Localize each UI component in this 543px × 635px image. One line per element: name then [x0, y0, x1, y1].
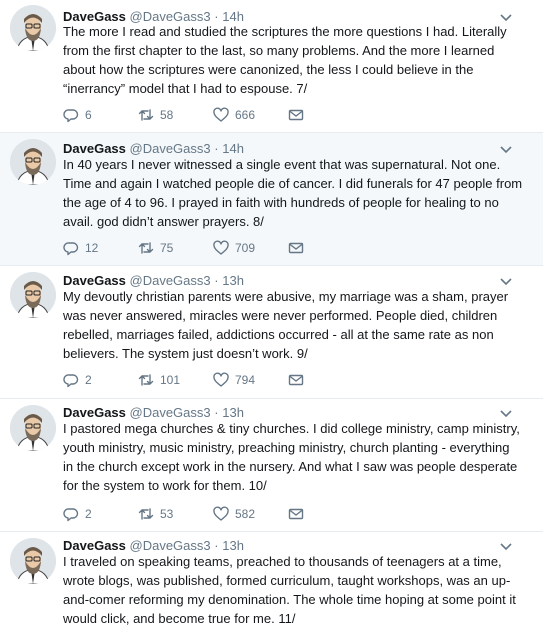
- like-count: 666: [235, 108, 256, 122]
- envelope-icon: [288, 508, 304, 520]
- author-handle[interactable]: @DaveGass3: [130, 273, 211, 288]
- retweet-count: 101: [160, 373, 181, 387]
- retweet-icon: [138, 109, 154, 121]
- separator: ·: [214, 538, 219, 553]
- author-handle[interactable]: @DaveGass3: [130, 405, 211, 420]
- envelope-icon: [288, 242, 304, 254]
- reply-count: 12: [85, 241, 99, 255]
- tweet[interactable]: DaveGass @DaveGass3 · 13h My devoutly ch…: [0, 266, 543, 399]
- chevron-down-icon[interactable]: [499, 274, 513, 288]
- timestamp[interactable]: 13h: [222, 273, 244, 288]
- heart-icon: [213, 506, 229, 521]
- envelope-icon: [288, 374, 304, 386]
- tweet[interactable]: DaveGass @DaveGass3 · 13h I traveled on …: [0, 532, 543, 635]
- reply-icon: [63, 374, 79, 388]
- separator: ·: [214, 273, 219, 288]
- timestamp[interactable]: 13h: [222, 405, 244, 420]
- retweet-count: 58: [160, 108, 174, 122]
- tweet-text: In 40 years I never witnessed a single e…: [63, 157, 523, 229]
- envelope-icon: [288, 109, 304, 121]
- tweet[interactable]: DaveGass @DaveGass3 · 14h In 40 years I …: [0, 133, 543, 266]
- timestamp[interactable]: 13h: [222, 538, 244, 553]
- separator: ·: [214, 141, 219, 156]
- direct-message-button[interactable]: [288, 371, 363, 389]
- retweet-count: 53: [160, 507, 174, 521]
- direct-message-button[interactable]: [288, 239, 363, 257]
- like-button[interactable]: 582: [213, 505, 288, 523]
- chevron-down-icon[interactable]: [499, 539, 513, 553]
- avatar[interactable]: [10, 538, 56, 584]
- heart-icon: [213, 240, 229, 255]
- author-name[interactable]: DaveGass: [63, 141, 126, 156]
- tweet-actions: 12 75 709: [63, 239, 363, 257]
- tweet-actions: 2 53 582: [63, 505, 363, 523]
- avatar[interactable]: [10, 272, 56, 318]
- author-handle[interactable]: @DaveGass3: [130, 141, 211, 156]
- like-button[interactable]: 666: [213, 106, 288, 124]
- retweet-button[interactable]: 101: [138, 371, 213, 389]
- direct-message-button[interactable]: [288, 106, 363, 124]
- author-name[interactable]: DaveGass: [63, 405, 126, 420]
- heart-icon: [213, 372, 229, 387]
- like-button[interactable]: 709: [213, 239, 288, 257]
- like-button[interactable]: 794: [213, 371, 288, 389]
- retweet-button[interactable]: 53: [138, 505, 213, 523]
- tweet-actions: 6 58 666: [63, 106, 363, 124]
- heart-icon: [213, 107, 229, 122]
- timestamp[interactable]: 14h: [222, 141, 244, 156]
- separator: ·: [214, 405, 219, 420]
- retweet-icon: [138, 242, 154, 254]
- reply-button[interactable]: 12: [63, 239, 138, 257]
- tweet-text: My devoutly christian parents were abusi…: [63, 289, 509, 361]
- tweet-text: I pastored mega churches & tiny churches…: [63, 421, 520, 493]
- author-name[interactable]: DaveGass: [63, 538, 126, 553]
- tweet-text: The more I read and studied the scriptur…: [63, 24, 507, 96]
- avatar[interactable]: [10, 405, 56, 451]
- reply-icon: [63, 109, 79, 123]
- reply-count: 2: [85, 507, 92, 521]
- retweet-icon: [138, 374, 154, 386]
- reply-count: 2: [85, 373, 92, 387]
- retweet-button[interactable]: 58: [138, 106, 213, 124]
- chevron-down-icon[interactable]: [499, 406, 513, 420]
- avatar[interactable]: [10, 139, 56, 185]
- direct-message-button[interactable]: [288, 505, 363, 523]
- retweet-button[interactable]: 75: [138, 239, 213, 257]
- tweet-actions: 2 101 794: [63, 371, 363, 389]
- reply-icon: [63, 242, 79, 256]
- like-count: 582: [235, 507, 256, 521]
- reply-button[interactable]: 2: [63, 505, 138, 523]
- reply-count: 6: [85, 108, 92, 122]
- tweet-text: I traveled on speaking teams, preached t…: [63, 554, 516, 626]
- avatar[interactable]: [10, 5, 56, 51]
- like-count: 709: [235, 241, 256, 255]
- retweet-count: 75: [160, 241, 174, 255]
- author-handle[interactable]: @DaveGass3: [130, 538, 211, 553]
- reply-button[interactable]: 2: [63, 371, 138, 389]
- tweet[interactable]: DaveGass @DaveGass3 · 14h The more I rea…: [0, 0, 543, 133]
- chevron-down-icon[interactable]: [499, 142, 513, 156]
- author-name[interactable]: DaveGass: [63, 273, 126, 288]
- reply-icon: [63, 508, 79, 522]
- retweet-icon: [138, 508, 154, 520]
- reply-button[interactable]: 6: [63, 106, 138, 124]
- like-count: 794: [235, 373, 256, 387]
- tweet[interactable]: DaveGass @DaveGass3 · 13h I pastored meg…: [0, 399, 543, 532]
